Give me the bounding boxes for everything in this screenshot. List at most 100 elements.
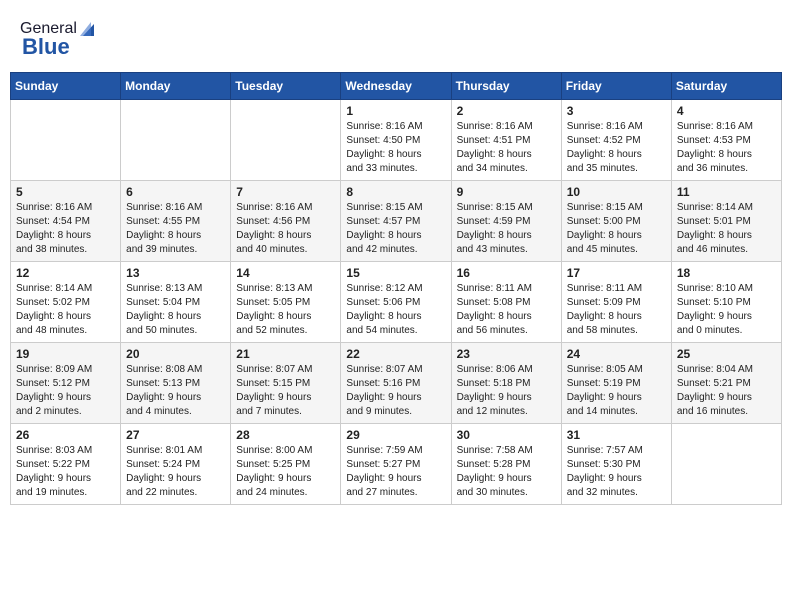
day-info: Sunrise: 8:04 AM Sunset: 5:21 PM Dayligh… — [677, 363, 776, 419]
day-number: 1 — [346, 104, 445, 118]
day-number: 9 — [457, 185, 556, 199]
day-number: 30 — [457, 428, 556, 442]
day-info: Sunrise: 8:06 AM Sunset: 5:18 PM Dayligh… — [457, 363, 556, 419]
logo: General Blue — [20, 20, 96, 60]
day-number: 23 — [457, 347, 556, 361]
day-number: 10 — [567, 185, 666, 199]
day-info: Sunrise: 8:15 AM Sunset: 4:57 PM Dayligh… — [346, 201, 445, 257]
day-number: 5 — [16, 185, 115, 199]
day-info: Sunrise: 8:16 AM Sunset: 4:53 PM Dayligh… — [677, 120, 776, 176]
day-info: Sunrise: 8:10 AM Sunset: 5:10 PM Dayligh… — [677, 282, 776, 338]
day-number: 31 — [567, 428, 666, 442]
calendar-cell: 31 Sunrise: 7:57 AM Sunset: 5:30 PM Dayli… — [561, 424, 671, 505]
calendar-day-header: Monday — [121, 73, 231, 100]
calendar-cell: 8 Sunrise: 8:15 AM Sunset: 4:57 PM Daylig… — [341, 181, 451, 262]
calendar-day-header: Friday — [561, 73, 671, 100]
day-number: 14 — [236, 266, 335, 280]
calendar-cell — [231, 100, 341, 181]
day-info: Sunrise: 7:57 AM Sunset: 5:30 PM Dayligh… — [567, 444, 666, 500]
calendar-cell — [671, 424, 781, 505]
day-number: 7 — [236, 185, 335, 199]
day-info: Sunrise: 8:16 AM Sunset: 4:55 PM Dayligh… — [126, 201, 225, 257]
calendar-cell: 25 Sunrise: 8:04 AM Sunset: 5:21 PM Dayli… — [671, 343, 781, 424]
day-info: Sunrise: 8:16 AM Sunset: 4:50 PM Dayligh… — [346, 120, 445, 176]
page-header: General Blue — [10, 10, 782, 68]
day-info: Sunrise: 8:09 AM Sunset: 5:12 PM Dayligh… — [16, 363, 115, 419]
day-number: 26 — [16, 428, 115, 442]
day-info: Sunrise: 8:00 AM Sunset: 5:25 PM Dayligh… — [236, 444, 335, 500]
logo-blue-text: Blue — [22, 34, 70, 60]
calendar-cell: 7 Sunrise: 8:16 AM Sunset: 4:56 PM Daylig… — [231, 181, 341, 262]
day-number: 22 — [346, 347, 445, 361]
day-number: 21 — [236, 347, 335, 361]
calendar-cell: 26Sunrise: 8:03 AM Sunset: 5:22 PM Dayli… — [11, 424, 121, 505]
calendar-day-header: Thursday — [451, 73, 561, 100]
calendar-cell: 28 Sunrise: 8:00 AM Sunset: 5:25 PM Dayli… — [231, 424, 341, 505]
day-number: 13 — [126, 266, 225, 280]
day-info: Sunrise: 8:14 AM Sunset: 5:01 PM Dayligh… — [677, 201, 776, 257]
calendar-header-row: SundayMondayTuesdayWednesdayThursdayFrid… — [11, 73, 782, 100]
calendar-header: SundayMondayTuesdayWednesdayThursdayFrid… — [11, 73, 782, 100]
day-number: 16 — [457, 266, 556, 280]
day-info: Sunrise: 8:16 AM Sunset: 4:52 PM Dayligh… — [567, 120, 666, 176]
calendar-cell: 20 Sunrise: 8:08 AM Sunset: 5:13 PM Dayli… — [121, 343, 231, 424]
day-info: Sunrise: 8:15 AM Sunset: 5:00 PM Dayligh… — [567, 201, 666, 257]
day-number: 20 — [126, 347, 225, 361]
day-number: 4 — [677, 104, 776, 118]
calendar-day-header: Sunday — [11, 73, 121, 100]
calendar-cell: 4 Sunrise: 8:16 AM Sunset: 4:53 PM Daylig… — [671, 100, 781, 181]
calendar-cell: 17Sunrise: 8:11 AM Sunset: 5:09 PM Dayli… — [561, 262, 671, 343]
calendar-cell — [11, 100, 121, 181]
calendar-day-header: Wednesday — [341, 73, 451, 100]
calendar-cell: 21Sunrise: 8:07 AM Sunset: 5:15 PM Dayli… — [231, 343, 341, 424]
calendar-week-row: 12Sunrise: 8:14 AM Sunset: 5:02 PM Dayli… — [11, 262, 782, 343]
day-number: 6 — [126, 185, 225, 199]
calendar-cell — [121, 100, 231, 181]
calendar-cell: 22 Sunrise: 8:07 AM Sunset: 5:16 PM Dayli… — [341, 343, 451, 424]
calendar-table: SundayMondayTuesdayWednesdayThursdayFrid… — [10, 72, 782, 505]
logo-icon — [78, 20, 96, 38]
day-number: 8 — [346, 185, 445, 199]
day-number: 19 — [16, 347, 115, 361]
day-info: Sunrise: 8:16 AM Sunset: 4:51 PM Dayligh… — [457, 120, 556, 176]
calendar-cell: 24Sunrise: 8:05 AM Sunset: 5:19 PM Dayli… — [561, 343, 671, 424]
day-info: Sunrise: 7:59 AM Sunset: 5:27 PM Dayligh… — [346, 444, 445, 500]
day-info: Sunrise: 8:15 AM Sunset: 4:59 PM Dayligh… — [457, 201, 556, 257]
calendar-cell: 9 Sunrise: 8:15 AM Sunset: 4:59 PM Daylig… — [451, 181, 561, 262]
day-number: 27 — [126, 428, 225, 442]
day-number: 12 — [16, 266, 115, 280]
calendar-week-row: 19 Sunrise: 8:09 AM Sunset: 5:12 PM Dayli… — [11, 343, 782, 424]
calendar-week-row: 1 Sunrise: 8:16 AM Sunset: 4:50 PM Daylig… — [11, 100, 782, 181]
day-info: Sunrise: 8:13 AM Sunset: 5:05 PM Dayligh… — [236, 282, 335, 338]
day-number: 29 — [346, 428, 445, 442]
day-number: 2 — [457, 104, 556, 118]
calendar-cell: 1 Sunrise: 8:16 AM Sunset: 4:50 PM Daylig… — [341, 100, 451, 181]
calendar-day-header: Tuesday — [231, 73, 341, 100]
calendar-cell: 6 Sunrise: 8:16 AM Sunset: 4:55 PM Daylig… — [121, 181, 231, 262]
calendar-cell: 29 Sunrise: 7:59 AM Sunset: 5:27 PM Dayli… — [341, 424, 451, 505]
day-info: Sunrise: 8:13 AM Sunset: 5:04 PM Dayligh… — [126, 282, 225, 338]
calendar-cell: 12Sunrise: 8:14 AM Sunset: 5:02 PM Dayli… — [11, 262, 121, 343]
day-number: 24 — [567, 347, 666, 361]
day-number: 28 — [236, 428, 335, 442]
day-info: Sunrise: 8:16 AM Sunset: 4:56 PM Dayligh… — [236, 201, 335, 257]
calendar-cell: 10 Sunrise: 8:15 AM Sunset: 5:00 PM Dayli… — [561, 181, 671, 262]
calendar-cell: 15 Sunrise: 8:12 AM Sunset: 5:06 PM Dayli… — [341, 262, 451, 343]
calendar-week-row: 26Sunrise: 8:03 AM Sunset: 5:22 PM Dayli… — [11, 424, 782, 505]
day-number: 15 — [346, 266, 445, 280]
calendar-cell: 14 Sunrise: 8:13 AM Sunset: 5:05 PM Dayli… — [231, 262, 341, 343]
day-number: 25 — [677, 347, 776, 361]
day-info: Sunrise: 7:58 AM Sunset: 5:28 PM Dayligh… — [457, 444, 556, 500]
day-info: Sunrise: 8:12 AM Sunset: 5:06 PM Dayligh… — [346, 282, 445, 338]
calendar-day-header: Saturday — [671, 73, 781, 100]
day-info: Sunrise: 8:11 AM Sunset: 5:09 PM Dayligh… — [567, 282, 666, 338]
calendar-cell: 19 Sunrise: 8:09 AM Sunset: 5:12 PM Dayli… — [11, 343, 121, 424]
calendar-cell: 5Sunrise: 8:16 AM Sunset: 4:54 PM Daylig… — [11, 181, 121, 262]
day-info: Sunrise: 8:08 AM Sunset: 5:13 PM Dayligh… — [126, 363, 225, 419]
day-info: Sunrise: 8:07 AM Sunset: 5:16 PM Dayligh… — [346, 363, 445, 419]
day-number: 11 — [677, 185, 776, 199]
calendar-cell: 27Sunrise: 8:01 AM Sunset: 5:24 PM Dayli… — [121, 424, 231, 505]
calendar-cell: 3Sunrise: 8:16 AM Sunset: 4:52 PM Daylig… — [561, 100, 671, 181]
calendar-cell: 23 Sunrise: 8:06 AM Sunset: 5:18 PM Dayli… — [451, 343, 561, 424]
calendar-cell: 16Sunrise: 8:11 AM Sunset: 5:08 PM Dayli… — [451, 262, 561, 343]
